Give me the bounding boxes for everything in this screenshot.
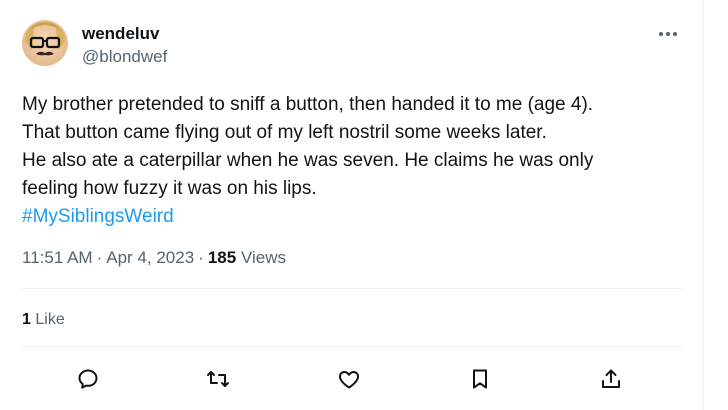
meta-separator: · [198, 248, 204, 267]
meta-separator: · [96, 248, 103, 267]
tweet-date[interactable]: Apr 4, 2023 [106, 248, 194, 267]
views-count: 185 [207, 248, 237, 267]
like-button[interactable] [334, 364, 364, 394]
hashtag-link[interactable]: #MySiblingsWeird [22, 206, 174, 227]
tweet-line: That button came flying out of my left n… [22, 122, 547, 143]
views-label: Views [240, 248, 286, 267]
retweet-button[interactable] [203, 364, 233, 394]
likes-link[interactable]: 1 Like [22, 310, 65, 330]
tweet-line: feeling how fuzzy it was on his lips. [22, 178, 317, 199]
author-handle[interactable]: @blondwef [82, 47, 167, 67]
likes-count: 1 [22, 311, 31, 328]
retweet-icon [207, 371, 229, 387]
tweet-time[interactable]: 11:51 AM [22, 248, 93, 267]
divider [22, 346, 682, 347]
bookmark-button[interactable] [465, 364, 495, 394]
share-icon [602, 369, 620, 388]
tweet-line: He also ate a caterpillar when he was se… [22, 150, 594, 171]
share-button[interactable] [596, 364, 626, 394]
more-horizontal-icon [659, 32, 677, 36]
tweet-text: My brother pretended to sniff a button, … [22, 91, 662, 231]
tweet-line: My brother pretended to sniff a button, … [22, 94, 594, 115]
tweet-meta: 11:51 AM · Apr 4, 2023 · 185 Views [22, 247, 286, 269]
tweet-card: wendeluv @blondwef My brother pretended … [0, 0, 704, 410]
author-display-name[interactable]: wendeluv [82, 24, 159, 44]
heart-icon [338, 371, 360, 389]
avatar[interactable] [22, 20, 68, 66]
avatar-photo-icon [25, 22, 65, 56]
more-options-button[interactable] [656, 24, 680, 44]
reply-button[interactable] [73, 364, 103, 394]
divider [22, 288, 682, 289]
action-bar [0, 360, 704, 396]
bookmark-icon [473, 369, 487, 389]
reply-icon [78, 369, 98, 389]
likes-label: Like [35, 311, 65, 328]
